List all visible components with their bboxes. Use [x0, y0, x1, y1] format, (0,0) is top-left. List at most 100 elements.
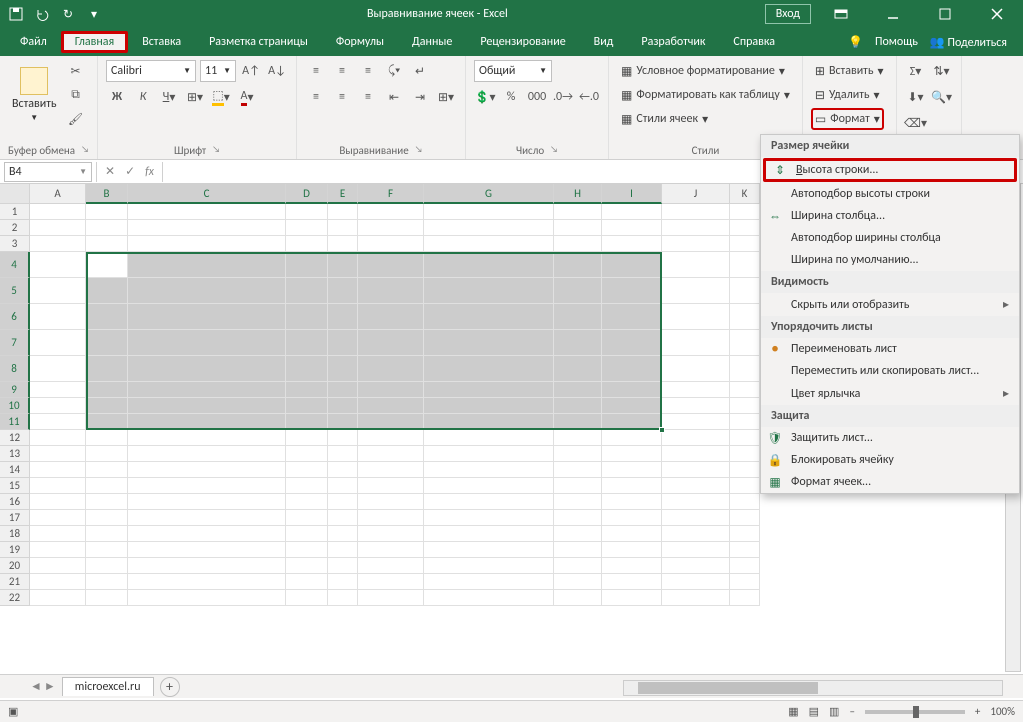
cell[interactable] [30, 382, 86, 398]
cell[interactable] [86, 220, 128, 236]
percent-format-icon[interactable]: % [500, 86, 522, 108]
row-header[interactable]: 11 [0, 414, 30, 430]
menu-protect-sheet[interactable]: 🛡Защитить лист... [761, 427, 1019, 449]
cell[interactable] [128, 590, 286, 606]
cell[interactable] [128, 446, 286, 462]
clipboard-launcher-icon[interactable]: ↘ [81, 144, 89, 157]
cell[interactable] [730, 526, 760, 542]
cell[interactable] [602, 510, 662, 526]
cell[interactable] [662, 446, 730, 462]
cell[interactable] [128, 526, 286, 542]
cell[interactable] [286, 382, 328, 398]
cell[interactable] [286, 510, 328, 526]
save-icon[interactable] [4, 3, 28, 25]
cell[interactable] [128, 542, 286, 558]
cell[interactable] [328, 236, 358, 252]
cell[interactable] [730, 236, 760, 252]
bold-button[interactable]: Ж [106, 86, 128, 108]
menu-rename-sheet[interactable]: ●Переименовать лист [761, 338, 1019, 360]
cell[interactable] [286, 304, 328, 330]
cell[interactable] [86, 278, 128, 304]
cell[interactable] [286, 542, 328, 558]
cell[interactable] [286, 356, 328, 382]
cell[interactable] [554, 558, 602, 574]
cell[interactable] [602, 382, 662, 398]
menu-lock-cell[interactable]: 🔒Блокировать ячейку [761, 449, 1019, 471]
cell[interactable] [328, 462, 358, 478]
qat-customize-icon[interactable]: ▾ [82, 3, 106, 25]
select-all-corner[interactable] [0, 184, 30, 204]
cell[interactable] [86, 446, 128, 462]
font-color-button[interactable]: A▾ [236, 86, 258, 108]
cell[interactable] [730, 304, 760, 330]
menu-autofit-row[interactable]: Автоподбор высоты строки [761, 183, 1019, 205]
cell[interactable] [30, 494, 86, 510]
cell[interactable] [730, 220, 760, 236]
cell[interactable] [358, 398, 424, 414]
cell[interactable] [662, 526, 730, 542]
cell[interactable] [86, 356, 128, 382]
cell[interactable] [554, 478, 602, 494]
cell[interactable] [86, 414, 128, 430]
col-header[interactable]: H [554, 184, 602, 204]
cell[interactable] [554, 220, 602, 236]
undo-icon[interactable] [30, 3, 54, 25]
cell[interactable] [328, 220, 358, 236]
view-pagelayout-icon[interactable]: ▤ [809, 705, 819, 718]
cell[interactable] [128, 398, 286, 414]
enter-formula-icon[interactable]: ✓ [125, 164, 135, 179]
cell[interactable] [86, 574, 128, 590]
cell[interactable] [86, 304, 128, 330]
cell[interactable] [358, 494, 424, 510]
sort-filter-button[interactable]: ⇅▾ [931, 60, 953, 82]
cell[interactable] [730, 398, 760, 414]
cell[interactable] [730, 278, 760, 304]
find-select-button[interactable]: 🔍▾ [931, 86, 953, 108]
row-header[interactable]: 1 [0, 204, 30, 220]
cell[interactable] [358, 304, 424, 330]
cell[interactable] [424, 430, 554, 446]
row-header[interactable]: 19 [0, 542, 30, 558]
cell[interactable] [358, 446, 424, 462]
cell[interactable] [328, 356, 358, 382]
horizontal-scrollbar[interactable] [623, 680, 1003, 696]
cell[interactable] [424, 236, 554, 252]
cell[interactable] [128, 356, 286, 382]
tab-nav-prev-icon[interactable]: ◄ [30, 679, 42, 694]
cell[interactable] [554, 542, 602, 558]
cell[interactable] [358, 478, 424, 494]
insert-cells-button[interactable]: ⊞ Вставить ▾ [811, 60, 888, 82]
cell[interactable] [662, 542, 730, 558]
decrease-decimal-icon[interactable]: ←.0 [578, 86, 600, 108]
cell[interactable] [128, 574, 286, 590]
fill-color-button[interactable]: ⬚▾ [210, 86, 232, 108]
comma-format-icon[interactable]: 000 [526, 86, 548, 108]
cell[interactable] [286, 398, 328, 414]
row-header[interactable]: 18 [0, 526, 30, 542]
cell[interactable] [128, 382, 286, 398]
menu-tab-color[interactable]: Цвет ярлычка▸ [761, 382, 1019, 405]
cell[interactable] [730, 590, 760, 606]
cell[interactable] [128, 304, 286, 330]
cell[interactable] [662, 430, 730, 446]
cell[interactable] [554, 446, 602, 462]
cell[interactable] [730, 414, 760, 430]
decrease-font-icon[interactable]: A↓ [266, 60, 288, 82]
font-size-combo[interactable]: 11▼ [200, 60, 236, 82]
row-header[interactable]: 16 [0, 494, 30, 510]
ribbon-tab-разработчик[interactable]: Разработчик [627, 31, 719, 53]
cell[interactable] [730, 252, 760, 278]
cancel-formula-icon[interactable]: ✕ [105, 164, 115, 179]
cell[interactable] [358, 356, 424, 382]
zoom-level[interactable]: 100% [990, 705, 1015, 718]
cell[interactable] [30, 356, 86, 382]
cell[interactable] [30, 526, 86, 542]
cell[interactable] [328, 430, 358, 446]
maximize-button[interactable] [923, 0, 967, 28]
cell[interactable] [662, 398, 730, 414]
row-header[interactable]: 10 [0, 398, 30, 414]
cell[interactable] [30, 236, 86, 252]
cell[interactable] [602, 526, 662, 542]
paste-button[interactable]: Вставить ▼ [8, 65, 61, 125]
cell[interactable] [358, 330, 424, 356]
